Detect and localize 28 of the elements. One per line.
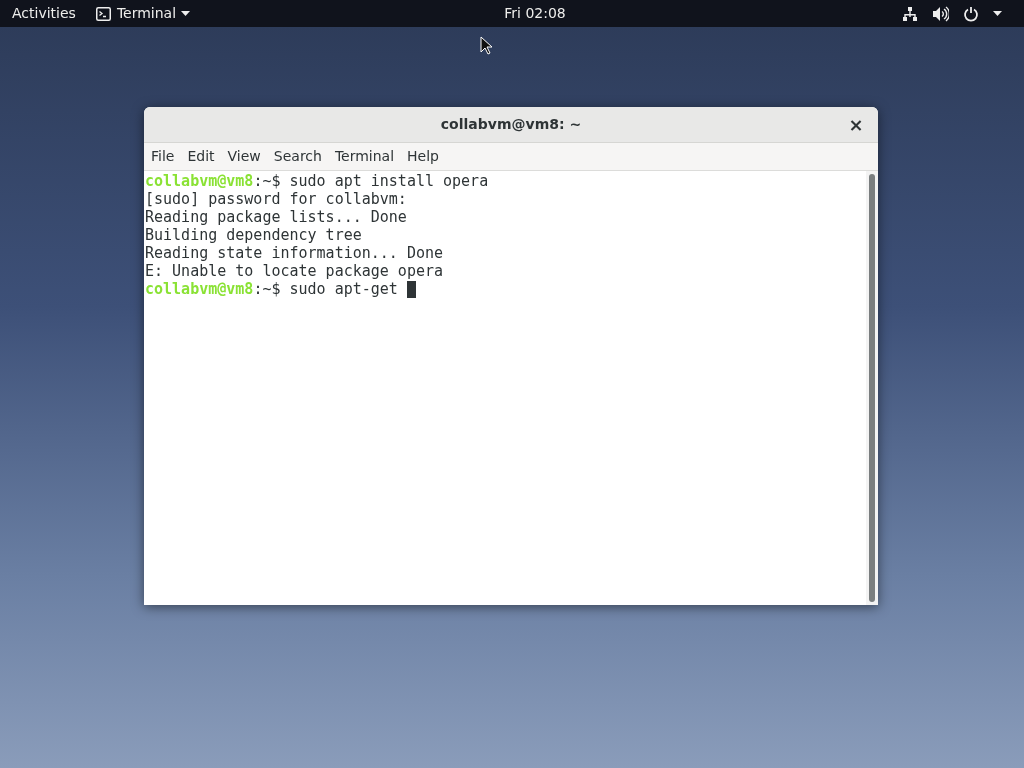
- terminal-icon: [95, 6, 111, 21]
- activities-button[interactable]: Activities: [12, 3, 76, 24]
- caret-icon[interactable]: [993, 11, 1002, 16]
- power-icon[interactable]: [963, 5, 979, 22]
- output-line: Building dependency tree: [145, 226, 363, 244]
- output-line: E: Unable to locate package opera: [145, 262, 444, 280]
- menu-item[interactable]: File: [145, 146, 181, 167]
- output-line: [sudo] password for collabvm:: [145, 190, 408, 208]
- output-line: Reading state information... Done: [145, 244, 444, 262]
- menu-item[interactable]: Terminal: [328, 146, 401, 167]
- clock[interactable]: Fri 02:08: [504, 3, 566, 24]
- scrollbar[interactable]: [866, 171, 878, 605]
- window-title: collabvm@vm8: ~: [440, 115, 582, 134]
- command-text: :~$ sudo apt-get: [253, 280, 399, 298]
- menu-item[interactable]: Help: [401, 146, 445, 167]
- menu-item[interactable]: View: [221, 146, 267, 167]
- output-line: Reading package lists... Done: [145, 208, 408, 226]
- network-icon[interactable]: [902, 5, 918, 22]
- caret-icon: [181, 11, 191, 16]
- mouse-pointer-icon: [480, 36, 493, 55]
- close-button[interactable]: ×: [844, 113, 868, 137]
- menu-item[interactable]: Edit: [181, 146, 221, 167]
- app-menu-button[interactable]: Terminal: [116, 3, 177, 24]
- menu-item[interactable]: Search: [267, 146, 328, 167]
- prompt-user: collabvm@vm8: [145, 280, 254, 298]
- command-text: :~$ sudo apt install opera: [253, 172, 489, 190]
- volume-icon[interactable]: [932, 5, 949, 22]
- prompt-user: collabvm@vm8: [145, 172, 254, 190]
